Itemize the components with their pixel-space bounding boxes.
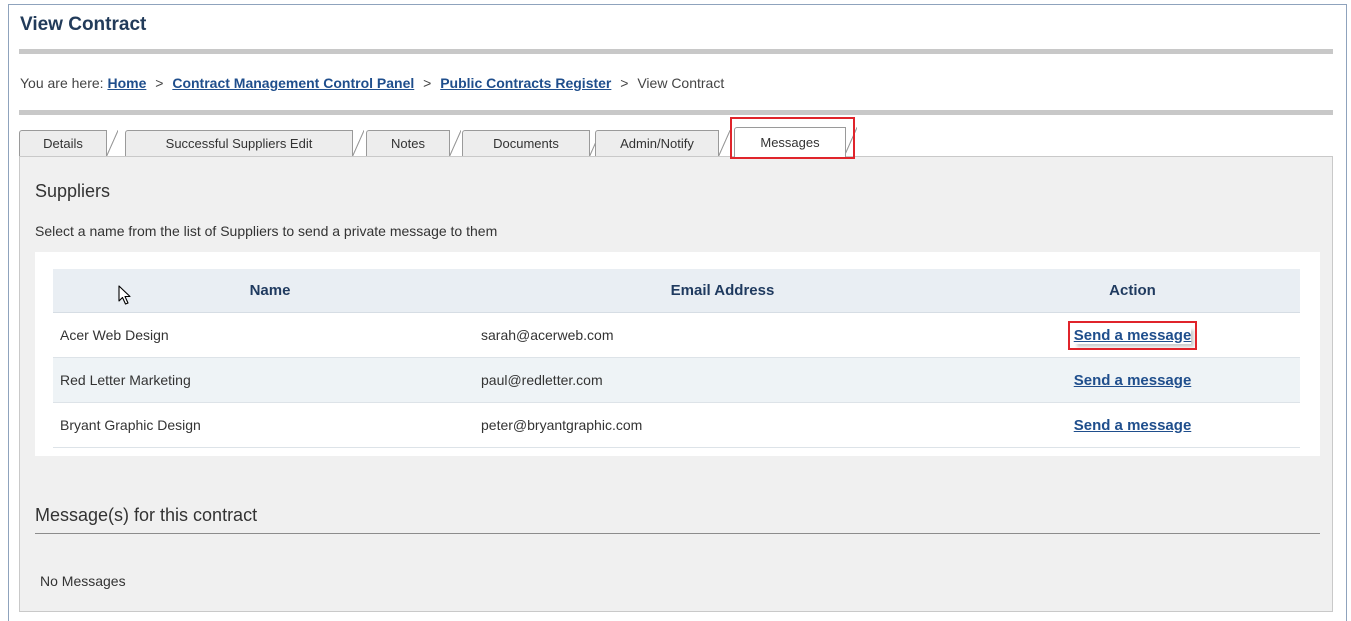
mouse-pointer-icon — [118, 285, 131, 305]
tab-notes[interactable]: Notes — [366, 130, 461, 157]
messages-heading: Message(s) for this contract — [35, 505, 258, 525]
messages-divider — [35, 533, 1320, 534]
page-title: View Contract — [20, 14, 147, 35]
breadcrumb: You are here: Home > Contract Management… — [20, 75, 724, 91]
supplier-email: paul@redletter.com — [481, 357, 965, 403]
tab-bar: Details Successful Suppliers Edit Notes … — [19, 117, 1333, 159]
table-row: Red Letter Marketing paul@redletter.com … — [53, 357, 1300, 403]
action-cell: Send a message — [965, 312, 1300, 358]
messages-panel: Suppliers Select a name from the list of… — [19, 156, 1333, 612]
action-cell: Send a message — [965, 357, 1300, 403]
supplier-name: Bryant Graphic Design — [53, 402, 481, 448]
suppliers-table: Name Email Address Action Acer Web Desig… — [53, 269, 1300, 448]
breadcrumb-home-link[interactable]: Home — [107, 75, 146, 91]
send-message-link[interactable]: Send a message — [1074, 417, 1192, 434]
title-divider — [19, 49, 1333, 54]
breadcrumb-current: View Contract — [637, 75, 725, 91]
supplier-email: peter@bryantgraphic.com — [481, 402, 965, 448]
send-message-link[interactable]: Send a message — [1067, 320, 1198, 350]
tab-documents[interactable]: Documents — [462, 130, 601, 157]
tab-admin-notify[interactable]: Admin/Notify — [595, 130, 730, 157]
table-header-row: Name Email Address Action — [53, 269, 1300, 313]
breadcrumb-public-register-link[interactable]: Public Contracts Register — [440, 75, 611, 91]
supplier-name: Acer Web Design — [53, 312, 481, 358]
breadcrumb-prefix: You are here: — [20, 75, 104, 91]
table-row: Bryant Graphic Design peter@bryantgraphi… — [53, 402, 1300, 448]
column-header-email: Email Address — [481, 269, 965, 313]
supplier-email: sarah@acerweb.com — [481, 312, 965, 358]
action-cell: Send a message — [965, 402, 1300, 448]
table-row: Acer Web Design sarah@acerweb.com Send a… — [53, 312, 1300, 358]
breadcrumb-divider — [19, 110, 1333, 115]
suppliers-table-container: Name Email Address Action Acer Web Desig… — [35, 252, 1320, 456]
breadcrumb-separator: > — [155, 75, 164, 91]
breadcrumb-control-panel-link[interactable]: Contract Management Control Panel — [172, 75, 414, 91]
column-header-action: Action — [965, 269, 1300, 313]
tab-messages[interactable]: Messages — [734, 127, 857, 157]
suppliers-heading: Suppliers — [35, 181, 111, 201]
tab-successful-suppliers-edit[interactable]: Successful Suppliers Edit — [125, 130, 364, 157]
breadcrumb-separator: > — [423, 75, 432, 91]
no-messages-text: No Messages — [40, 573, 126, 589]
breadcrumb-separator: > — [620, 75, 629, 91]
suppliers-description: Select a name from the list of Suppliers… — [35, 223, 498, 239]
supplier-name: Red Letter Marketing — [53, 357, 481, 403]
send-message-link[interactable]: Send a message — [1074, 372, 1192, 389]
tab-details[interactable]: Details — [19, 130, 118, 157]
